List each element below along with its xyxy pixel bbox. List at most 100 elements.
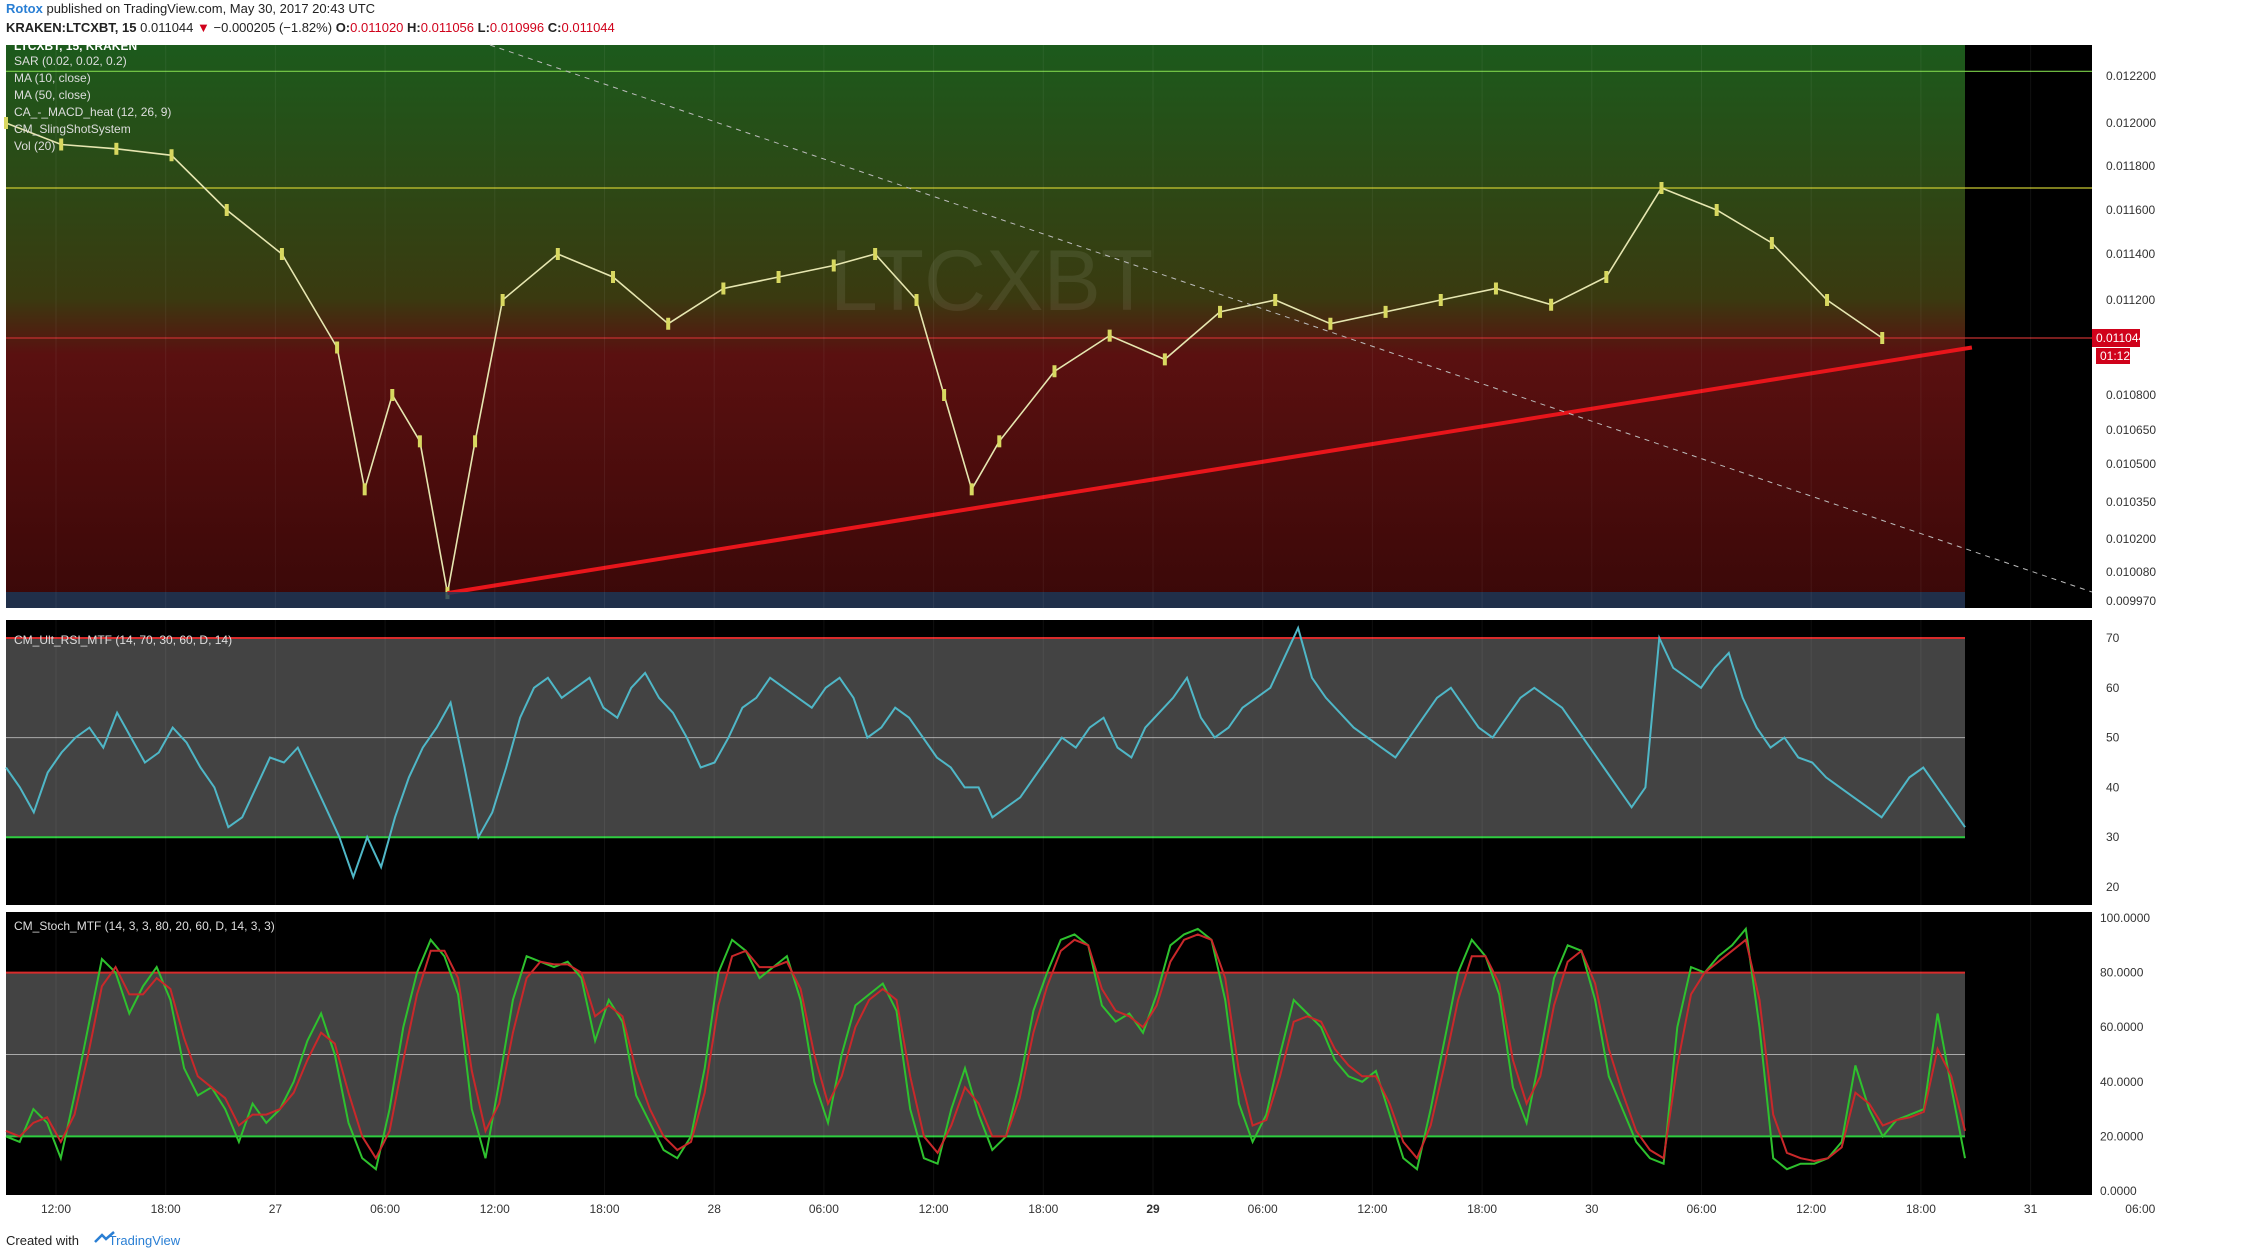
time-tick-label: 31 [2024,1202,2038,1216]
time-tick-label: 29 [1146,1202,1160,1216]
rsi-tick-label: 70 [2106,631,2120,645]
time-tick-label: 27 [269,1202,283,1216]
price-candle [1218,305,1223,318]
tradingview-link[interactable]: TradingView [109,1233,181,1248]
price-candle [1659,182,1664,194]
time-tick-label: 28 [708,1202,722,1216]
price-candle [500,294,505,306]
price-candle [59,138,64,151]
price-candle [942,389,947,401]
price-candle [1052,365,1057,378]
price-tick-label: 0.010200 [2106,532,2156,546]
time-tick-label: 12:00 [41,1202,71,1216]
price-tick-label: 0.010500 [2106,457,2156,471]
stoch-tick-label: 0.0000 [2100,1184,2137,1198]
time-tick-label: 30 [1585,1202,1599,1216]
indicator-legend-item: Vol (20) [14,139,55,153]
rsi-pane-title: CM_Ult_RSI_MTF (14, 70, 30, 60, D, 14) [14,633,232,647]
price-tick-label: 0.010650 [2106,423,2156,437]
time-tick-label: 12:00 [919,1202,949,1216]
price-candle [776,271,781,283]
stoch-tick-label: 100.0000 [2100,911,2150,925]
watermark-text: LTCXBT [830,233,1153,329]
tradingview-logo-icon [94,1231,115,1243]
price-pane-future-area [1965,45,2092,608]
time-tick-label: 12:00 [1796,1202,1826,1216]
time-tick-label: 18:00 [589,1202,619,1216]
indicator-legend-item: CA_-_MACD_heat (12, 26, 9) [14,105,171,119]
time-tick-label: 18:00 [151,1202,181,1216]
price-tick-label: 0.010800 [2106,388,2156,402]
price-tick-label: 0.009970 [2106,594,2156,608]
stoch-tick-label: 80.0000 [2100,966,2144,980]
created-with-text: Created with [6,1233,79,1248]
price-candle [1438,294,1443,306]
price-candle [1107,329,1112,342]
rsi-tick-label: 40 [2106,780,2120,794]
price-candle [390,389,395,401]
price-candle [1604,271,1609,283]
indicator-legend-item: MA (50, close) [14,88,91,102]
price-candle [1549,298,1554,311]
time-tick-label: 12:00 [1357,1202,1387,1216]
stoch-pane-title: CM_Stoch_MTF (14, 3, 3, 80, 20, 60, D, 1… [14,919,275,933]
price-tick-label: 0.011400 [2106,247,2155,261]
price-candle [335,341,340,354]
price-tick-label: 0.011200 [2106,293,2155,307]
price-candle [555,248,560,260]
price-candle [224,204,229,216]
price-candle [1769,237,1774,249]
price-candle [169,149,174,162]
time-tick-label: 06:00 [1248,1202,1278,1216]
price-candle [473,435,478,448]
price-candle [831,259,836,272]
chart-canvas[interactable]: LTCXBT SAR (0.02, 0.02, 0.2) MA (10, close… [0,0,2244,1256]
stoch-tick-label: 40.0000 [2100,1075,2144,1089]
last-price-label: 0.011044 [2096,331,2145,345]
price-candle [1162,353,1167,366]
price-candle [114,142,119,155]
price-candle [4,117,8,129]
price-candle [873,248,878,260]
price-candle [1273,294,1278,306]
time-tick-label: 18:00 [1467,1202,1497,1216]
price-candle [914,294,919,306]
volume-band [6,592,1965,608]
rsi-tick-label: 30 [2106,830,2120,844]
price-candle [666,317,671,330]
price-candle [1714,204,1719,216]
indicator-legend-item: MA (10, close) [14,71,91,85]
price-pane-title: LTCXBT, 15, KRAKEN [14,39,137,53]
rsi-tick-label: 60 [2106,681,2120,695]
price-candle [279,248,284,260]
right-axis-background [2092,45,2244,1211]
price-tick-label: 0.010350 [2106,495,2156,509]
price-tick-label: 0.012000 [2106,116,2156,130]
indicator-legend-item: CM_SlingShotSystem [14,122,131,136]
price-tick-label: 0.011600 [2106,203,2155,217]
footer: Created with TradingView [6,1231,181,1248]
stoch-tick-label: 20.0000 [2100,1129,2144,1143]
stoch-tick-label: 60.0000 [2100,1020,2144,1034]
time-tick-label: 18:00 [1028,1202,1058,1216]
indicator-legend-item: SAR (0.02, 0.02, 0.2) [14,54,127,68]
price-candle [417,435,422,448]
time-tick-label: 12:00 [480,1202,510,1216]
price-tick-label: 0.010080 [2106,565,2156,579]
rsi-tick-label: 20 [2106,880,2120,894]
price-candle [362,483,367,496]
price-tick-label: 0.012200 [2106,69,2156,83]
price-candle [721,282,726,295]
time-tick-label: 18:00 [1906,1202,1936,1216]
price-tick-label: 0.011800 [2106,159,2155,173]
price-candle [997,435,1002,448]
price-candle [1825,294,1830,306]
price-candle [969,483,974,496]
price-candle [1328,317,1333,330]
countdown-label: 01:12 [2100,349,2130,363]
rsi-tick-label: 50 [2106,731,2120,745]
time-tick-label: 06:00 [370,1202,400,1216]
price-candle [1383,305,1388,318]
price-candle [1493,282,1498,295]
time-tick-label: 06:00 [1686,1202,1716,1216]
